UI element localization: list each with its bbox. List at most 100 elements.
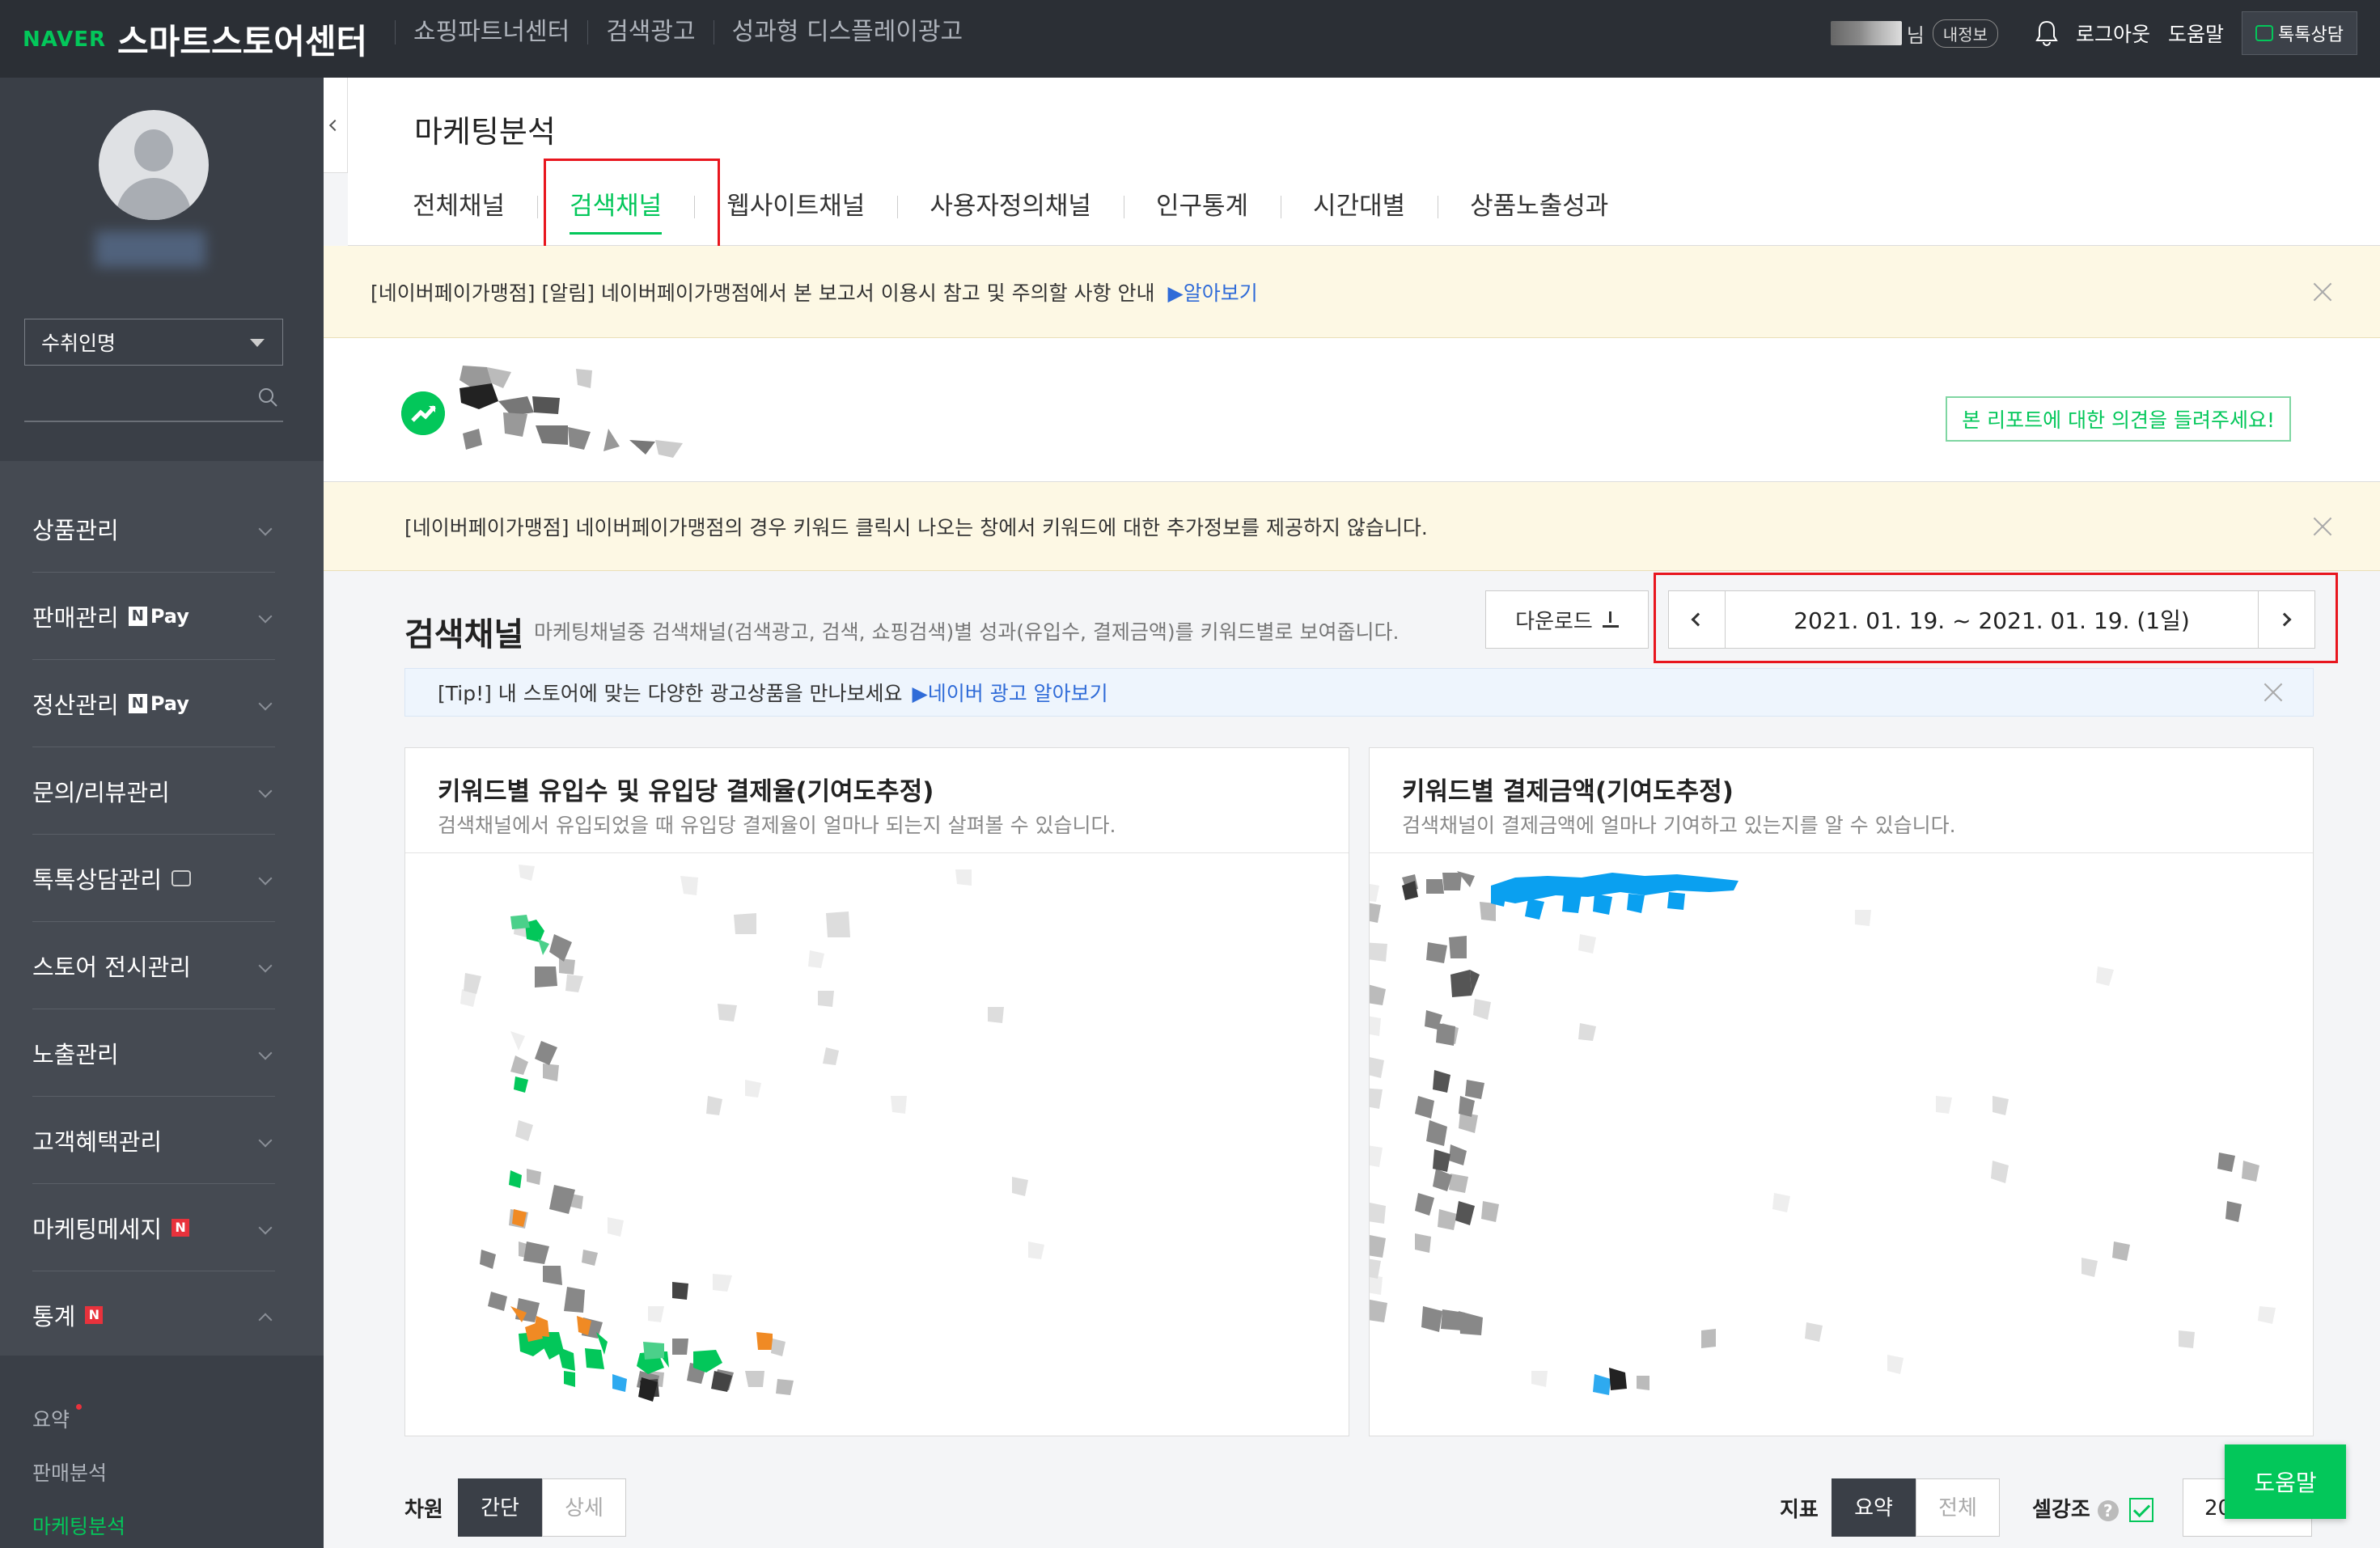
caret-down-icon xyxy=(250,339,265,347)
page-title: 마케팅분석 xyxy=(414,114,556,150)
submenu-sales-analysis[interactable]: 판매분석 xyxy=(32,1457,107,1487)
search-icon[interactable] xyxy=(257,387,278,408)
panel-header: 키워드별 결제금액(기여도추정) 검색채널이 결제금액에 얼마나 기여하고 있는… xyxy=(1370,748,2313,853)
npay-badge: N Pay xyxy=(128,604,189,628)
highlight-checkbox[interactable] xyxy=(2129,1498,2153,1522)
sidebar-item-store-display[interactable]: 스토어 전시관리 xyxy=(32,922,275,1009)
close-icon[interactable] xyxy=(2312,516,2333,537)
promo-banner: 본 리포트에 대한 의견을 들려주세요! xyxy=(324,338,2380,482)
help-icon[interactable]: ? xyxy=(2097,1500,2119,1521)
npay-n: N xyxy=(128,693,147,713)
section-description: 마케팅채널중 검색채널(검색광고, 검색, 쇼핑검색)별 성과(유입수, 결제금… xyxy=(534,620,1400,644)
panel-inflow-conversion: 키워드별 유입수 및 유입당 결제율(기여도추정) 검색채널에서 유입되었을 때… xyxy=(404,747,1349,1436)
statistics-submenu: 요약 판매분석 마케팅분석 xyxy=(0,1356,324,1548)
submenu-label: 요약 xyxy=(32,1408,70,1432)
menu-label: 상품관리 xyxy=(32,516,119,544)
download-icon xyxy=(1602,611,1619,628)
date-highlight-box xyxy=(1654,573,2338,663)
metric-all-button[interactable]: 전체 xyxy=(1916,1478,2000,1537)
chevron-down-icon xyxy=(258,1046,273,1060)
sidebar-item-talk[interactable]: 톡톡상담관리 xyxy=(32,835,275,922)
sidebar-item-customer-benefit[interactable]: 고객혜택관리 xyxy=(32,1097,275,1184)
dimension-simple-button[interactable]: 간단 xyxy=(458,1478,542,1537)
talk-button[interactable]: 톡톡상담 xyxy=(2242,11,2357,55)
submenu-marketing-analysis[interactable]: 마케팅분석 xyxy=(32,1511,125,1540)
menu-label: 고객혜택관리 xyxy=(32,1127,163,1156)
panel-title: 키워드별 결제금액(기여도추정) xyxy=(1402,777,1734,806)
notice-banner: [네이버페이가맹점] [알림] 네이버페이가맹점에서 본 보고서 이용시 참고 … xyxy=(324,246,2380,338)
chevron-down-icon xyxy=(258,609,273,624)
menu-label: 톡톡상담관리 xyxy=(32,865,163,894)
chevron-down-icon xyxy=(258,871,273,886)
close-icon[interactable] xyxy=(2312,281,2333,302)
sidebar-item-statistics[interactable]: 통계 N xyxy=(32,1271,275,1359)
menu-label: 마케팅메세지 xyxy=(32,1215,163,1243)
panel-payment-amount: 키워드별 결제금액(기여도추정) 검색채널이 결제금액에 얼마나 기여하고 있는… xyxy=(1369,747,2314,1436)
tab-demographics[interactable]: 인구통계 xyxy=(1123,178,1281,235)
my-info-button[interactable]: 내정보 xyxy=(1932,19,1998,48)
search-type-select[interactable]: 수취인명 xyxy=(24,319,283,366)
top-nav: 쇼핑파트너센터 검색광고 성과형 디스플레이광고 xyxy=(395,15,980,50)
tab-product-exposure[interactable]: 상품노출성과 xyxy=(1438,178,1641,235)
tab-all-channels[interactable]: 전체채널 xyxy=(380,178,537,235)
chevron-down-icon xyxy=(258,1220,273,1235)
sidebar-item-sales[interactable]: 판매관리 N Pay xyxy=(32,573,275,660)
top-right: 님 내정보 로그아웃 도움말 톡톡상담 xyxy=(1830,11,2357,55)
help-link[interactable]: 도움말 xyxy=(2168,19,2224,48)
ads-learn-more-link[interactable]: ▶네이버 광고 알아보기 xyxy=(913,678,1108,707)
submenu-summary[interactable]: 요약 xyxy=(32,1404,83,1433)
sidebar-collapse-button[interactable] xyxy=(324,78,348,173)
dimension-detail-button[interactable]: 상세 xyxy=(542,1478,626,1537)
help-floating-button[interactable]: 도움말 xyxy=(2225,1444,2346,1519)
chevron-down-icon xyxy=(258,696,273,711)
nav-shopping-partner[interactable]: 쇼핑파트너센터 xyxy=(395,20,587,44)
panel-description: 검색채널에서 유입되었을 때 유입당 결제율이 얼마나 되는지 살펴볼 수 있습… xyxy=(438,814,1116,837)
search-input[interactable] xyxy=(24,421,283,422)
sidebar-item-marketing-message[interactable]: 마케팅메세지 N xyxy=(32,1184,275,1271)
chat-icon xyxy=(2255,25,2274,41)
tab-website-channel[interactable]: 웹사이트채널 xyxy=(694,178,897,235)
metric-summary-button[interactable]: 요약 xyxy=(1832,1478,1916,1537)
menu-label: 판매관리 xyxy=(32,603,119,632)
metric-label: 지표 xyxy=(1780,1498,1819,1522)
dimension-toggle: 간단 상세 xyxy=(458,1478,626,1537)
panel-header: 키워드별 유입수 및 유입당 결제율(기여도추정) 검색채널에서 유입되었을 때… xyxy=(405,748,1349,853)
tab-custom-channel[interactable]: 사용자정의채널 xyxy=(897,178,1124,235)
sidebar-item-product[interactable]: 상품관리 xyxy=(32,485,275,573)
npay-badge: N Pay xyxy=(128,692,189,715)
menu-label: 스토어 전시관리 xyxy=(32,953,191,981)
select-value: 수취인명 xyxy=(41,332,116,355)
naver-logo: NAVER xyxy=(23,27,107,52)
chevron-down-icon xyxy=(258,784,273,798)
sidebar-item-inquiry-review[interactable]: 문의/리뷰관리 xyxy=(32,747,275,835)
learn-more-link[interactable]: ▶알아보기 xyxy=(1168,277,1258,307)
chevron-down-icon xyxy=(258,1133,273,1148)
new-badge: N xyxy=(85,1306,104,1324)
metric-toggle: 요약 전체 xyxy=(1832,1478,2000,1537)
app-title: 스마트스토어센터 xyxy=(117,22,368,61)
npay-n: N xyxy=(128,606,147,626)
notice-banner-2: [네이버페이가맹점] 네이버페이가맹점의 경우 키워드 클릭시 나오는 창에서 … xyxy=(324,482,2380,571)
talk-label: 톡톡상담 xyxy=(2278,25,2344,45)
nav-display-ads[interactable]: 성과형 디스플레이광고 xyxy=(713,20,981,44)
sidebar-item-exposure[interactable]: 노출관리 xyxy=(32,1009,275,1097)
sidebar: 수취인명 상품관리 판매관리 N Pay 정산관리 N Pay 문의/리뷰관리 톡톡상담… xyxy=(0,78,324,1548)
dimension-label: 차원 xyxy=(404,1498,443,1522)
tab-hourly[interactable]: 시간대별 xyxy=(1281,178,1438,235)
close-icon[interactable] xyxy=(2263,682,2284,703)
feedback-button[interactable]: 본 리포트에 대한 의견을 들려주세요! xyxy=(1946,396,2291,442)
highlight-label: 셀강조 ? xyxy=(2032,1493,2119,1523)
panel-description: 검색채널이 결제금액에 얼마나 기여하고 있는지를 알 수 있습니다. xyxy=(1402,814,1956,837)
nav-search-ads[interactable]: 검색광고 xyxy=(587,20,713,44)
main-content: 검색채널 마케팅채널중 검색채널(검색광고, 검색, 쇼핑검색)별 성과(유입수… xyxy=(324,571,2380,1548)
sidebar-item-settlement[interactable]: 정산관리 N Pay xyxy=(32,660,275,747)
bell-icon[interactable] xyxy=(2034,19,2060,47)
logout-link[interactable]: 로그아웃 xyxy=(2076,19,2150,48)
brand[interactable]: NAVER 스마트스토어센터 xyxy=(23,15,367,64)
chevron-up-icon xyxy=(258,1313,273,1327)
npay-text: Pay xyxy=(150,604,189,628)
top-bar: NAVER 스마트스토어센터 쇼핑파트너센터 검색광고 성과형 디스플레이광고 … xyxy=(0,0,2380,78)
download-label: 다운로드 xyxy=(1515,609,1593,634)
menu-label: 문의/리뷰관리 xyxy=(32,778,170,806)
download-button[interactable]: 다운로드 xyxy=(1485,590,1649,649)
